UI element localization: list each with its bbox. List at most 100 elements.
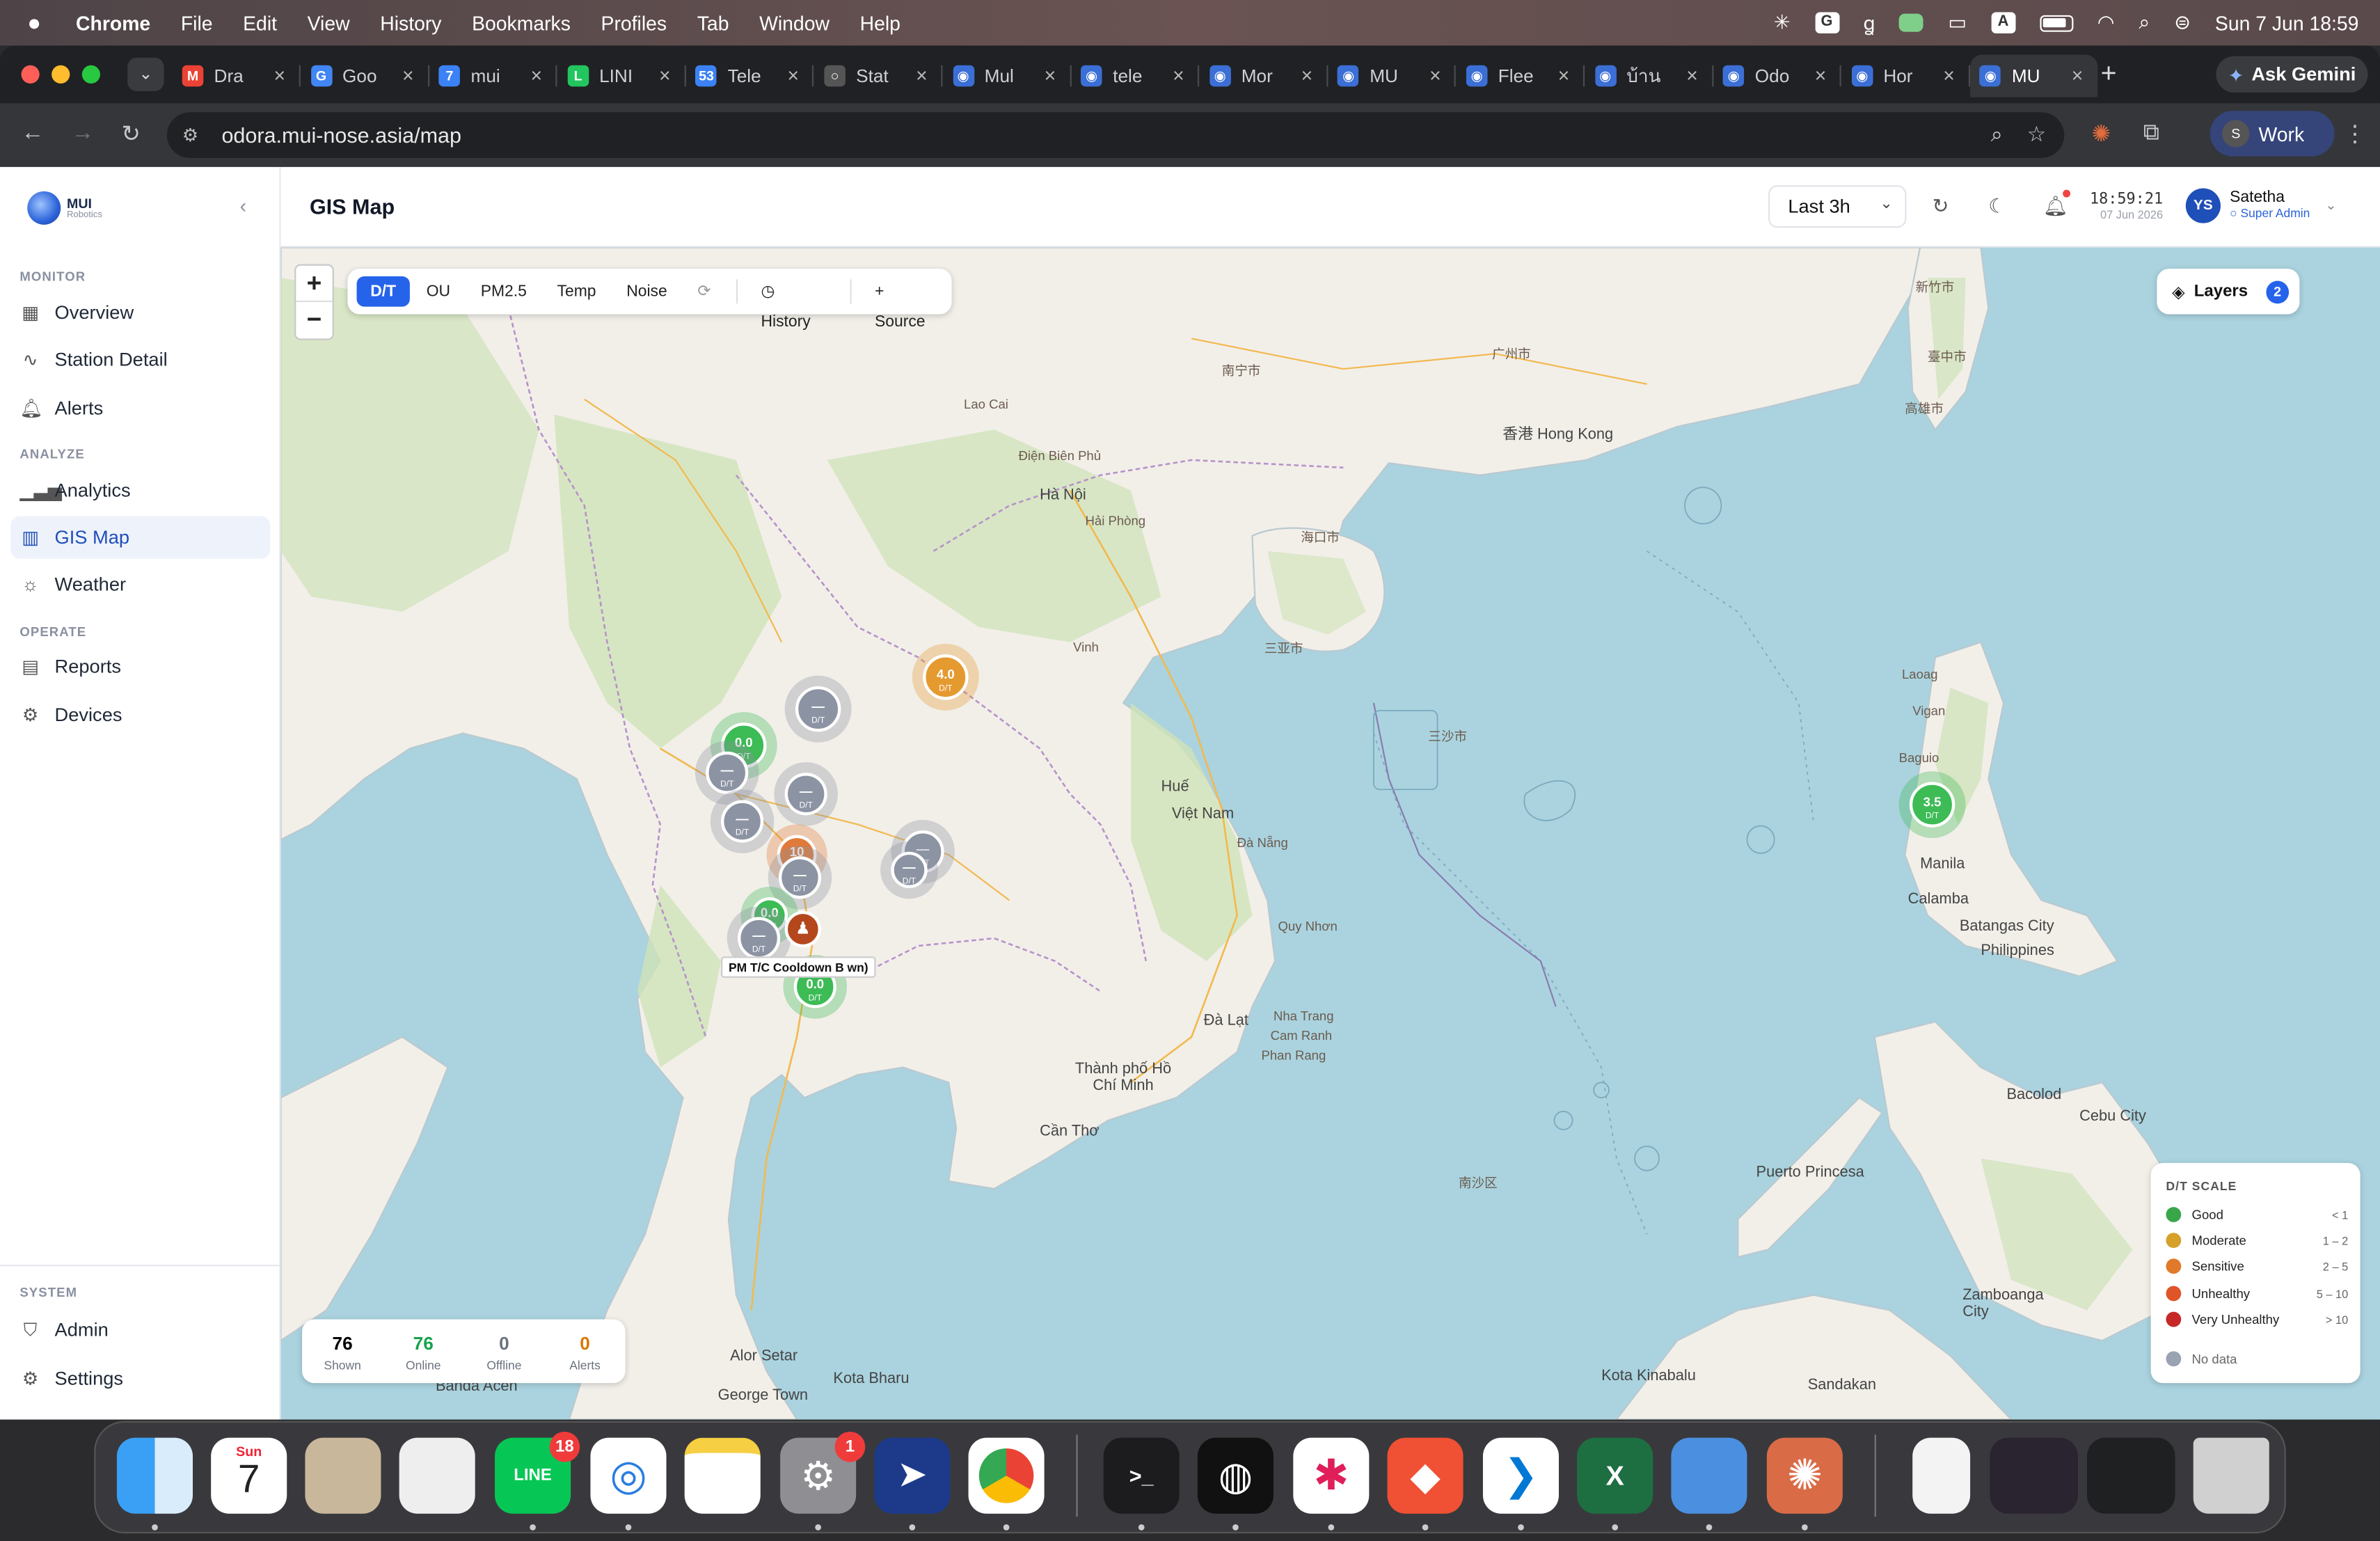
menubar-clock[interactable]: Sun 7 Jun 18:59 xyxy=(2215,11,2359,34)
sidebar-item-weather[interactable]: ☼ Weather xyxy=(10,563,270,606)
tab-close-icon[interactable]: × xyxy=(788,64,800,87)
notifications-bell-icon[interactable]: 🔔︎ xyxy=(2043,194,2068,219)
tab-close-icon[interactable]: × xyxy=(916,64,928,87)
launchpad-icon[interactable] xyxy=(399,1437,475,1514)
menu-help[interactable]: Help xyxy=(860,11,901,34)
control-center-icon[interactable]: ⊜ xyxy=(2174,10,2191,35)
address-bar[interactable]: ⚙ odora.mui-nose.asia/map ⌕ ☆ xyxy=(166,112,2065,158)
layers-button[interactable]: ◈ Layers 2 xyxy=(2157,269,2300,315)
tab-close-icon[interactable]: × xyxy=(402,64,414,87)
calendar-icon[interactable]: Sun 7 xyxy=(211,1437,287,1514)
extensions-icon[interactable]: ⧉ xyxy=(2143,120,2159,145)
tab-close-icon[interactable]: × xyxy=(531,64,543,87)
status-sparkle-icon[interactable]: ✳ xyxy=(1774,10,1791,35)
metric-pill-temp[interactable]: Temp xyxy=(544,276,610,307)
spotlight-icon[interactable]: ⌕ xyxy=(2139,10,2150,35)
refresh-icon[interactable]: ↻ xyxy=(1933,194,1949,219)
status-window-icon[interactable]: ▭ xyxy=(1948,10,1967,35)
station-marker[interactable]: 4.0 D/T xyxy=(912,643,979,711)
tab-close-icon[interactable]: × xyxy=(1815,64,1827,87)
metric-pill-ou[interactable]: OU xyxy=(413,276,464,307)
tab-close-icon[interactable]: × xyxy=(1301,64,1313,87)
sidebar-item-analytics[interactable]: ▁▃▅ Analytics xyxy=(10,469,270,512)
tab-close-icon[interactable]: × xyxy=(1943,64,1955,87)
excel-icon[interactable]: X xyxy=(1577,1437,1653,1514)
input-source-icon[interactable]: A xyxy=(1991,12,2016,33)
sidebar-item-alerts[interactable]: 🔔︎ Alerts xyxy=(10,387,270,429)
metric-pill-noise[interactable]: Noise xyxy=(613,276,681,307)
minimize-window-button[interactable] xyxy=(51,65,70,84)
menu-bookmarks[interactable]: Bookmarks xyxy=(472,11,571,34)
browser-tab[interactable]: L LINI × xyxy=(558,55,686,97)
tab-close-icon[interactable]: × xyxy=(2072,64,2084,87)
chrome-dock-icon[interactable] xyxy=(968,1437,1045,1514)
wifi-icon[interactable]: ◠ xyxy=(2097,10,2115,35)
tab-close-icon[interactable]: × xyxy=(1045,64,1056,87)
menu-app-name[interactable]: Chrome xyxy=(76,11,150,34)
tab-close-icon[interactable]: × xyxy=(1686,64,1698,87)
browser-tab[interactable]: ◉ tele × xyxy=(1072,55,1200,97)
menu-history[interactable]: History xyxy=(380,11,441,34)
sidebar-item-settings[interactable]: ⚙ Settings xyxy=(10,1357,270,1400)
browser-tab[interactable]: ○ Stat × xyxy=(815,55,943,97)
sidebar-item-gis-map[interactable]: ▥ GIS Map xyxy=(10,516,271,559)
browser-tab[interactable]: ◉ Hor × xyxy=(1842,55,1970,97)
zoom-icon[interactable]: ⌕ xyxy=(1991,122,2003,148)
status-app-icon[interactable]: G xyxy=(1814,12,1839,33)
notes-icon[interactable] xyxy=(684,1437,761,1514)
time-range-select[interactable]: Last 3h ⌄ xyxy=(1768,185,1907,228)
sidebar-item-overview[interactable]: ▦ Overview xyxy=(10,292,270,334)
zoom-in-button[interactable]: + xyxy=(296,266,333,303)
vscode-icon[interactable]: ❯ xyxy=(1482,1437,1560,1514)
station-marker[interactable]: — D/T xyxy=(880,841,938,899)
reload-icon[interactable]: ↻ xyxy=(121,120,140,148)
battery-icon[interactable] xyxy=(2039,14,2073,31)
browser-tab[interactable]: M Dra × xyxy=(173,55,301,97)
browser-tab[interactable]: ◉ MU × xyxy=(1970,54,2099,97)
sync-icon[interactable]: ⟳ xyxy=(684,276,724,307)
apple-icon[interactable]: ● xyxy=(27,10,49,35)
browser-tab[interactable]: ◉ Odo × xyxy=(1714,55,1842,97)
tab-close-icon[interactable]: × xyxy=(1558,64,1570,87)
window-thumbnail-1[interactable] xyxy=(1990,1437,2078,1514)
sidebar-item-station-detail[interactable]: ∿ Station Detail xyxy=(10,338,270,381)
station-marker[interactable]: 3.5 D/T xyxy=(1898,771,1966,839)
menu-tab[interactable]: Tab xyxy=(697,11,729,34)
menu-view[interactable]: View xyxy=(308,11,350,34)
forward-icon[interactable]: → xyxy=(72,120,95,145)
browser-tab[interactable]: ◉ บ้าน × xyxy=(1585,55,1713,97)
profile-button[interactable]: S Work xyxy=(2210,111,2335,157)
status-link-icon[interactable]: ꬶ xyxy=(1863,9,1875,36)
browser-tab[interactable]: ◉ Flee × xyxy=(1457,55,1585,97)
safari-icon[interactable]: ◎ xyxy=(590,1437,667,1514)
git-app-icon[interactable]: ◆ xyxy=(1387,1437,1463,1514)
station-marker[interactable]: — D/T xyxy=(784,675,852,743)
browser-tab[interactable]: 53 Tele × xyxy=(687,55,814,97)
terminal-icon[interactable]: >_ xyxy=(1103,1437,1180,1514)
maximize-window-button[interactable] xyxy=(81,65,100,84)
claude-extension-icon[interactable]: ✺ xyxy=(2092,120,2111,148)
ask-gemini-button[interactable]: ✦ Ask Gemini xyxy=(2216,56,2368,93)
close-window-button[interactable] xyxy=(21,65,40,84)
user-menu[interactable]: YS Satetha ○ Super Admin ⌄ xyxy=(2185,188,2337,223)
sidebar-item-devices[interactable]: ⚙ Devices xyxy=(10,694,270,736)
sidebar-item-admin[interactable]: ⛉ Admin xyxy=(10,1309,270,1351)
tab-close-icon[interactable]: × xyxy=(1429,64,1441,87)
contacts-icon[interactable] xyxy=(305,1437,381,1514)
logo[interactable]: MUI Robotics xyxy=(27,191,102,225)
browser-tab[interactable]: ◉ Mor × xyxy=(1200,55,1328,97)
trash-icon[interactable] xyxy=(2193,1437,2269,1514)
moon-icon[interactable]: ☾ xyxy=(1988,194,2006,219)
document-thumbnail[interactable] xyxy=(1912,1437,1971,1514)
history-button[interactable]: ◷ History xyxy=(747,276,839,331)
app-store-like-icon[interactable] xyxy=(1671,1437,1747,1514)
system-settings-icon[interactable]: ⚙ 1 xyxy=(780,1431,866,1514)
linear-icon[interactable]: ◍ xyxy=(1197,1437,1274,1514)
browser-tab[interactable]: 7 mui × xyxy=(430,55,557,97)
collapse-sidebar-icon[interactable]: ‹ xyxy=(240,194,246,217)
sidebar-item-reports[interactable]: ▤ Reports xyxy=(10,645,270,688)
line-app-icon[interactable]: LINE 18 xyxy=(495,1431,580,1514)
menu-window[interactable]: Window xyxy=(759,11,830,34)
site-info-icon[interactable]: ⚙ xyxy=(182,125,216,146)
chrome-menu-icon[interactable]: ⋮ xyxy=(2344,120,2367,148)
